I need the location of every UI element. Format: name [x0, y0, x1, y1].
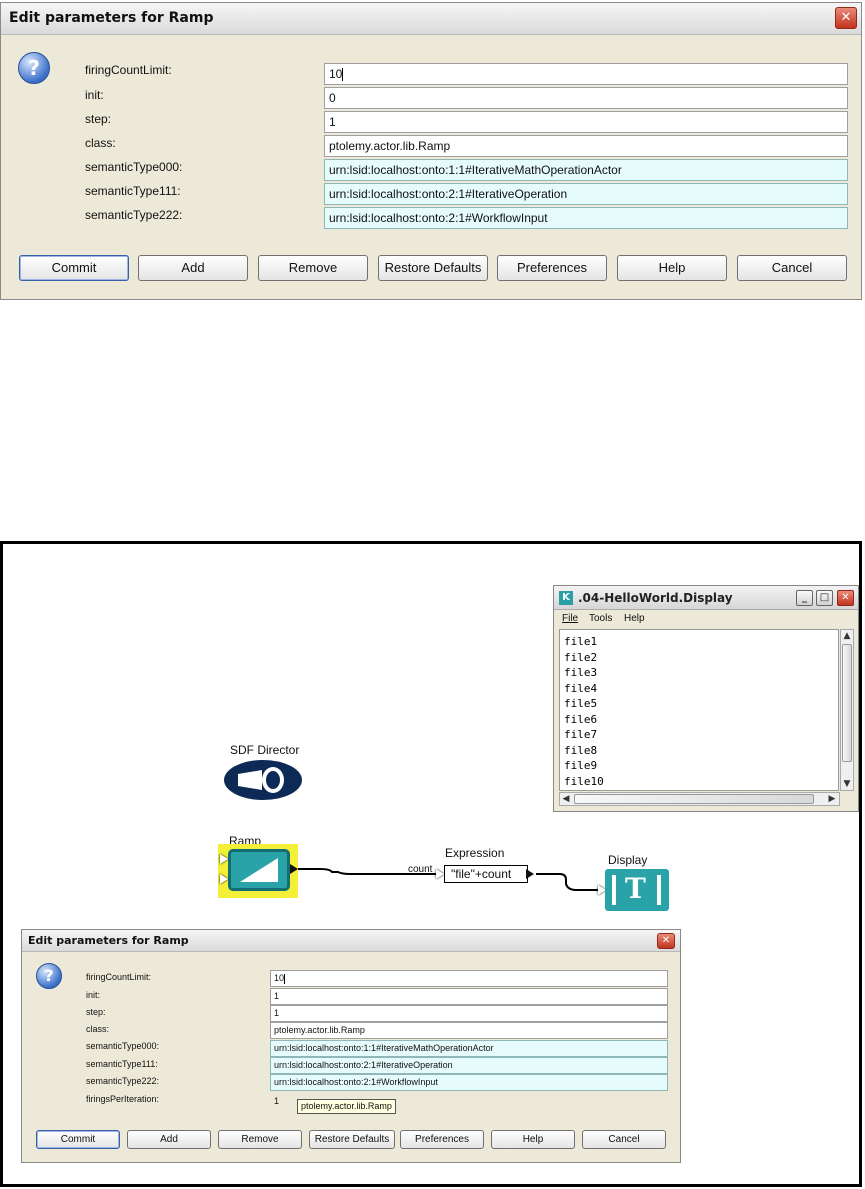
commit-button[interactable]: Commit — [36, 1130, 120, 1149]
cancel-button[interactable]: Cancel — [582, 1130, 666, 1149]
init-field[interactable]: 1 — [270, 988, 668, 1005]
semantictype000-field[interactable]: urn:lsid:localhost:onto:1:1#IterativeMat… — [270, 1040, 668, 1057]
question-icon: ? — [36, 963, 62, 989]
display-bar-right-icon — [657, 875, 661, 905]
param-label-init: init: — [86, 990, 101, 1000]
class-tooltip: ptolemy.actor.lib.Ramp — [297, 1099, 396, 1114]
help-button[interactable]: Help — [491, 1130, 575, 1149]
add-button[interactable]: Add — [127, 1130, 211, 1149]
preferences-button[interactable]: Preferences — [400, 1130, 484, 1149]
expression-actor[interactable]: "file"+count — [444, 865, 528, 883]
semantictype111-field[interactable]: urn:lsid:localhost:onto:2:1#IterativeOpe… — [270, 1057, 668, 1074]
edit-parameters-dialog-small: Edit parameters for Ramp ✕ ? firingCount… — [21, 929, 681, 1163]
expression-input-port[interactable] — [436, 869, 444, 879]
dialog-small-title: Edit parameters for Ramp — [28, 934, 189, 947]
display-bar-left-icon — [612, 875, 616, 905]
param-label-semantictype000: semanticType000: — [86, 1041, 160, 1051]
display-actor[interactable]: T — [605, 869, 669, 911]
expression-port-label: count — [408, 864, 433, 875]
param-label-semantictype111: semanticType111: — [86, 1059, 158, 1069]
expression-label: Expression — [445, 846, 505, 860]
param-label-class: class: — [86, 1024, 110, 1034]
display-label: Display — [608, 853, 648, 867]
dialog-small-title-bar[interactable]: Edit parameters for Ramp ✕ — [22, 930, 680, 952]
param-label-semantictype222: semanticType222: — [86, 1076, 160, 1086]
remove-button[interactable]: Remove — [218, 1130, 302, 1149]
close-icon[interactable]: ✕ — [657, 933, 675, 949]
step-field[interactable]: 1 — [270, 1005, 668, 1022]
text-cursor — [284, 973, 286, 984]
expression-text: "file"+count — [451, 867, 512, 881]
firingsperiteration-value: 1 — [274, 1096, 280, 1106]
expression-output-port[interactable] — [526, 869, 534, 879]
semantictype222-field[interactable]: urn:lsid:localhost:onto:2:1#WorkflowInpu… — [270, 1074, 668, 1091]
restore-defaults-button[interactable]: Restore Defaults — [309, 1130, 395, 1149]
param-label-firingsperiteration: firingsPerIteration: — [86, 1094, 160, 1104]
param-label-step: step: — [86, 1007, 106, 1017]
param-label-firingcountlimit: firingCountLimit: — [86, 972, 152, 982]
firingcountlimit-field[interactable]: 10 — [270, 970, 668, 987]
class-field[interactable]: ptolemy.actor.lib.Ramp — [270, 1022, 668, 1039]
firingcountlimit-value: 10 — [274, 973, 285, 983]
display-t-icon: T — [625, 872, 646, 905]
